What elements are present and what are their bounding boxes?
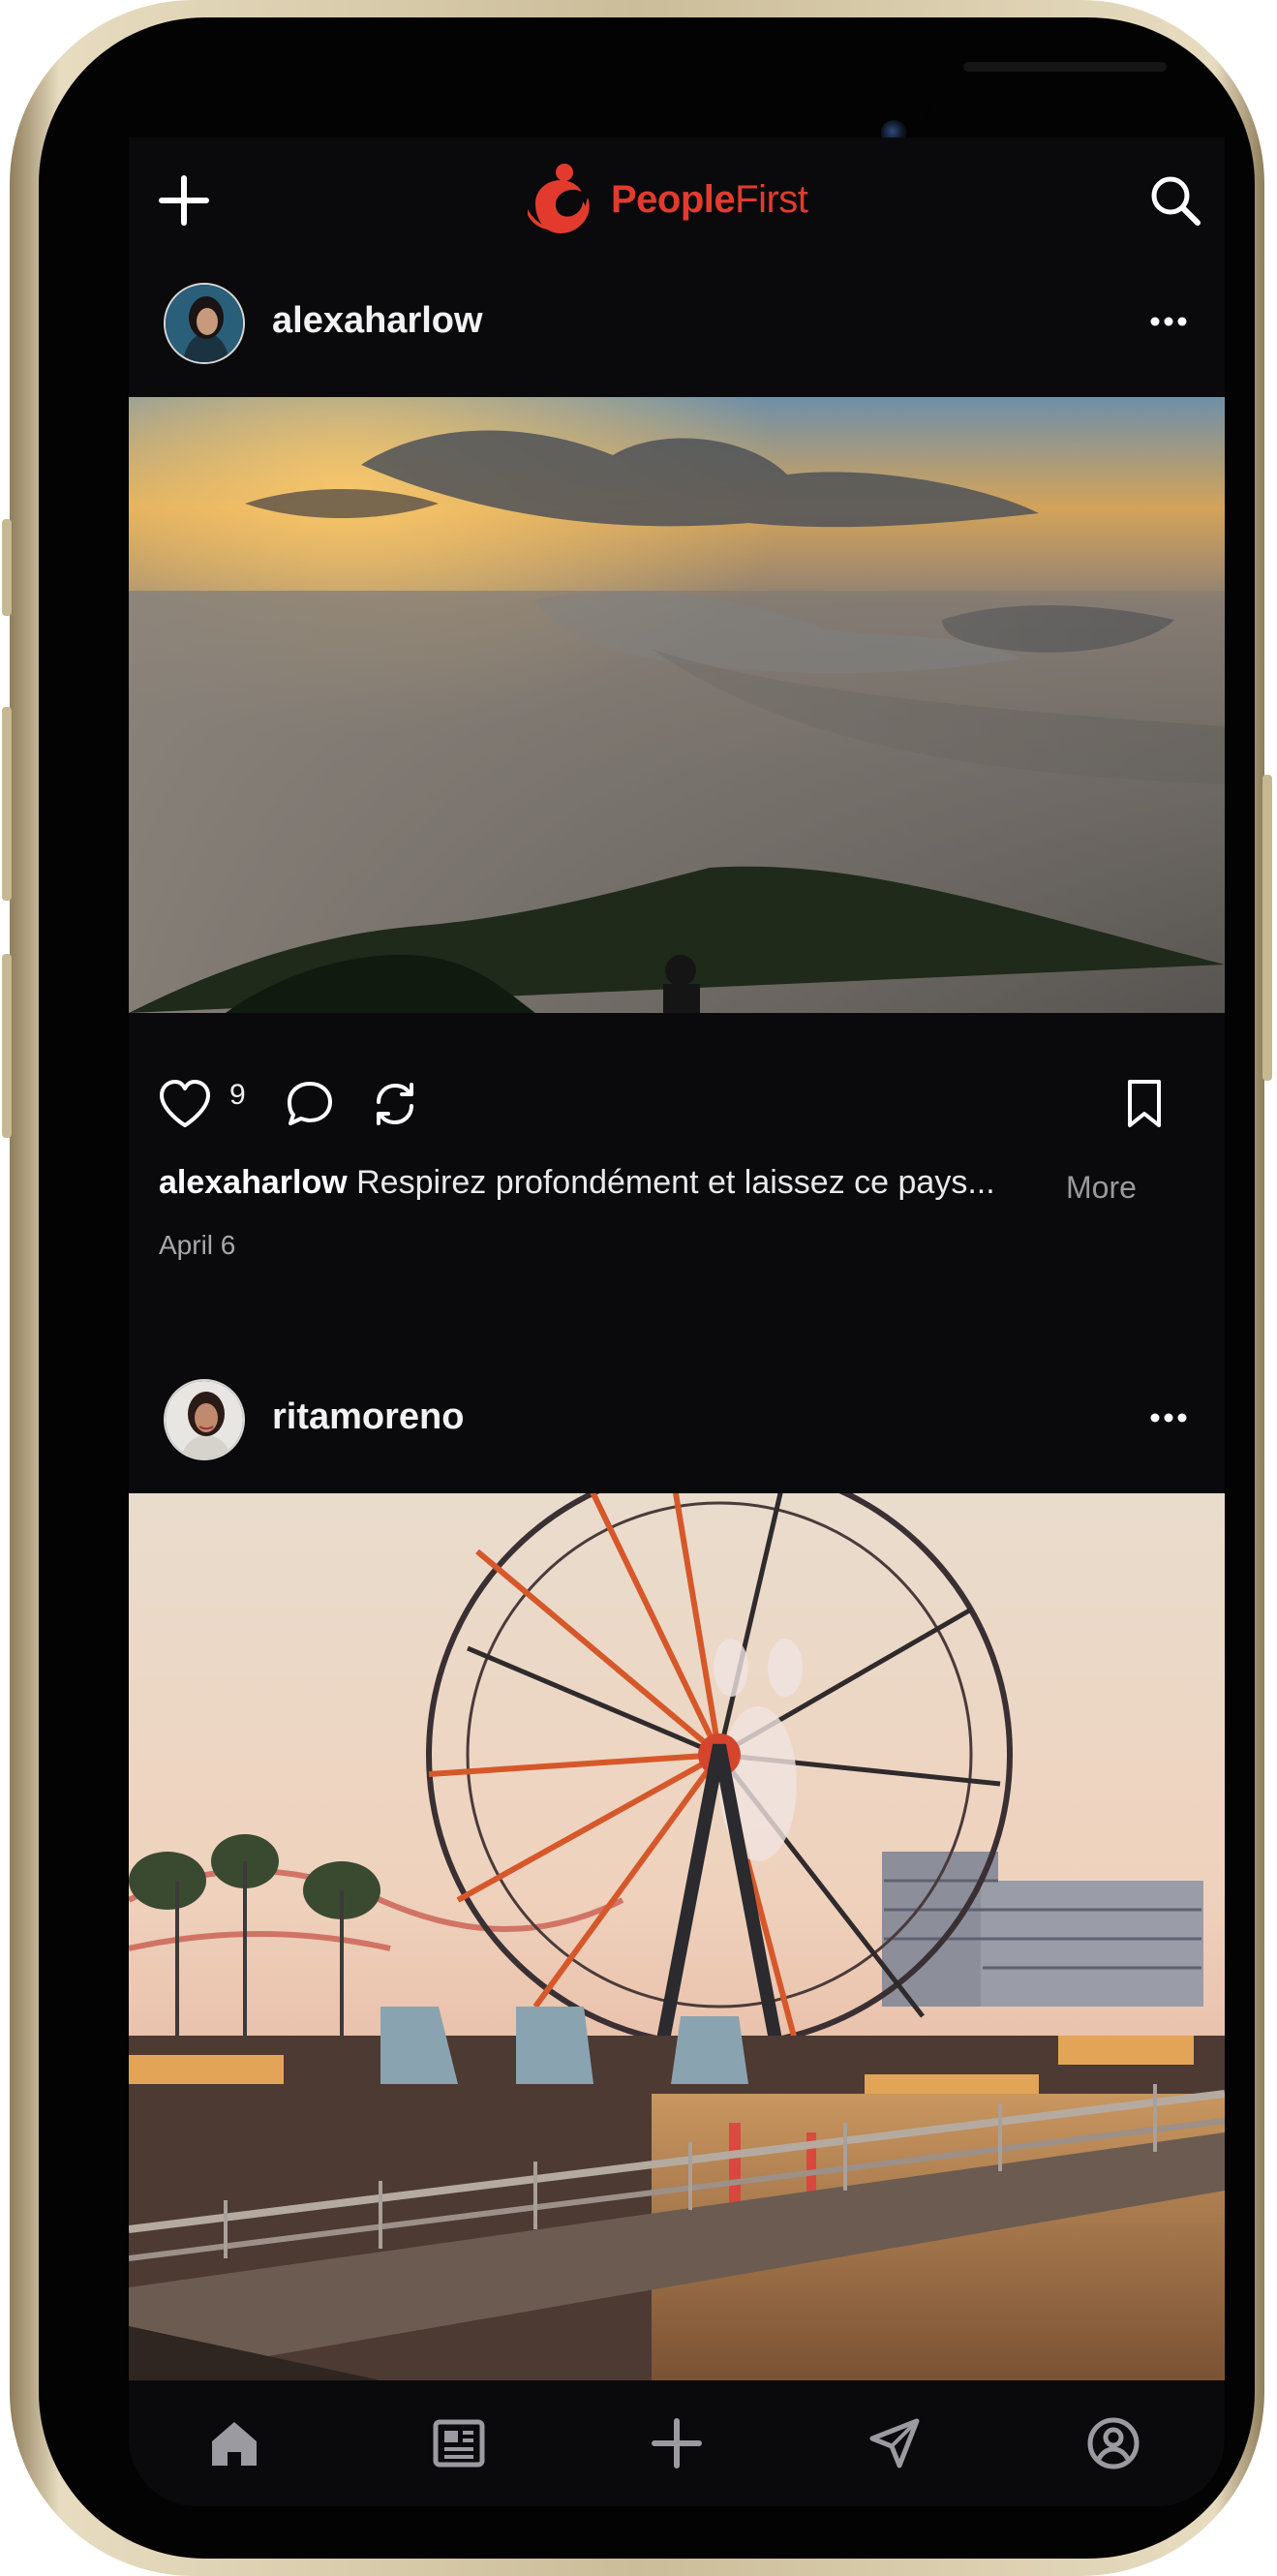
plus-icon[interactable] <box>156 172 212 229</box>
volume-up-button <box>2 707 12 901</box>
heart-icon[interactable] <box>156 1077 214 1131</box>
power-button <box>1262 775 1272 1081</box>
speaker <box>963 62 1167 72</box>
app-logo[interactable]: PeopleFirst <box>520 157 808 242</box>
top-bar: PeopleFirst <box>129 138 1225 261</box>
caption-username[interactable]: alexaharlow <box>159 1164 348 1201</box>
brand-name: PeopleFirst <box>611 177 808 221</box>
phone-frame: PeopleFirst alexaharlow 9 alexaharlow Re… <box>2 0 1272 2576</box>
add-icon[interactable] <box>649 2415 705 2471</box>
more-options-icon[interactable] <box>1147 1406 1190 1429</box>
caption-text: Respirez profondément et laissez ce pays… <box>356 1164 995 1201</box>
logo-icon <box>528 164 590 233</box>
post-image[interactable] <box>129 1493 1225 2380</box>
avatar[interactable] <box>164 1379 245 1460</box>
bookmark-icon[interactable] <box>1122 1077 1167 1131</box>
app-screen: PeopleFirst alexaharlow 9 alexaharlow Re… <box>129 138 1225 2506</box>
more-options-icon[interactable] <box>1147 310 1190 333</box>
post-username[interactable]: alexaharlow <box>272 300 483 342</box>
comment-icon[interactable] <box>284 1079 336 1129</box>
post-image[interactable] <box>129 397 1225 1013</box>
caption-more-link[interactable]: More <box>1066 1170 1137 1206</box>
post-caption: alexaharlow Respirez profondément et lai… <box>159 1164 1204 1202</box>
post-header: alexaharlow <box>129 261 1225 385</box>
avatar-image <box>166 1381 243 1458</box>
search-icon[interactable] <box>1147 172 1203 229</box>
home-icon[interactable] <box>206 2415 262 2471</box>
mute-switch <box>2 519 12 616</box>
notch <box>426 35 1167 147</box>
profile-icon[interactable] <box>1085 2415 1141 2471</box>
post-username[interactable]: ritamoreno <box>272 1396 464 1438</box>
send-icon[interactable] <box>867 2415 923 2471</box>
avatar[interactable] <box>164 283 245 364</box>
avatar-image <box>166 285 243 362</box>
phone-bezel: PeopleFirst alexaharlow 9 alexaharlow Re… <box>39 17 1255 2559</box>
like-count: 9 <box>229 1079 246 1111</box>
volume-down-button <box>2 954 12 1138</box>
repost-icon[interactable] <box>369 1079 421 1129</box>
amusement-park-photo <box>129 1493 1225 2380</box>
post-actions: 9 <box>129 1058 1225 1145</box>
landscape-photo <box>129 397 1225 1013</box>
post-header: ritamoreno <box>129 1358 1225 1482</box>
news-icon[interactable] <box>431 2415 487 2471</box>
post-date: April 6 <box>159 1230 236 1260</box>
bottom-nav <box>129 2380 1225 2506</box>
